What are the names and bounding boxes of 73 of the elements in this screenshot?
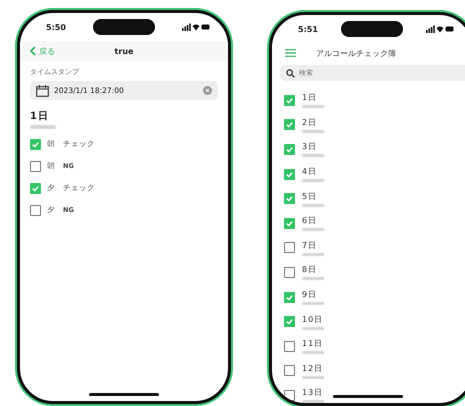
blurred-text: [302, 326, 324, 330]
day-label: 10日: [302, 314, 324, 325]
day-label: 9日: [302, 289, 318, 300]
status-time: 5:50: [46, 22, 66, 32]
day-label: 3日: [302, 141, 318, 152]
blurred-text: [302, 277, 324, 280]
day-row[interactable]: 8日: [284, 260, 465, 285]
day-row[interactable]: 9日: [284, 284, 465, 310]
day-row[interactable]: 3日: [284, 137, 465, 162]
screen-title: アルコールチェック簿: [316, 48, 396, 58]
day-row[interactable]: 13日: [284, 383, 465, 403]
day-label: 7日: [302, 240, 318, 251]
home-indicator: [89, 393, 159, 396]
day-row[interactable]: 11日: [284, 334, 465, 359]
status-icons: [426, 25, 454, 33]
checkbox[interactable]: [284, 292, 295, 303]
camera-island: [340, 21, 403, 37]
chevron-left-icon: [30, 46, 36, 56]
blurred-text: [302, 105, 324, 108]
checkbox[interactable]: [284, 390, 295, 401]
day-label: 13日: [302, 387, 324, 398]
camera-island: [92, 19, 155, 35]
blurred-text: [302, 376, 324, 379]
day-label: 1日: [302, 92, 318, 104]
day-row[interactable]: 10日: [284, 309, 465, 334]
checkbox[interactable]: [284, 119, 295, 130]
checkbox[interactable]: [284, 144, 295, 155]
blurred-text: [302, 179, 324, 182]
menu-icon[interactable]: [285, 49, 296, 57]
blurred-text: [30, 125, 56, 129]
day-label: 11日: [302, 338, 324, 350]
checkbox[interactable]: [284, 94, 295, 106]
day-row[interactable]: 5日: [284, 186, 465, 211]
blurred-text: [302, 400, 324, 403]
day-row[interactable]: 4日: [284, 162, 465, 186]
checkbox[interactable]: [284, 340, 295, 352]
checkbox[interactable]: [30, 138, 41, 150]
day-label: 4日: [302, 166, 318, 178]
day-label: 8日: [302, 264, 318, 276]
status-icons: [182, 23, 210, 31]
day-row[interactable]: 12日: [284, 358, 465, 384]
day-row[interactable]: 6日: [284, 210, 465, 236]
day-title: 1日: [30, 110, 50, 123]
clear-icon[interactable]: [203, 86, 212, 95]
checkbox[interactable]: [30, 204, 41, 216]
checkbox[interactable]: [284, 365, 295, 376]
calendar-icon: [36, 84, 49, 96]
blurred-text: [302, 302, 324, 306]
day-row[interactable]: 2日: [284, 112, 465, 138]
day-label: 6日: [302, 215, 318, 226]
blurred-text: [302, 154, 324, 158]
blurred-text: [302, 204, 324, 207]
screen-title: true: [114, 46, 134, 56]
home-indicator: [333, 395, 403, 398]
search-icon: [286, 68, 295, 78]
checkbox[interactable]: [284, 316, 295, 328]
day-row[interactable]: 7日: [284, 236, 465, 260]
day-label: 5日: [302, 190, 318, 202]
blurred-text: [302, 130, 324, 133]
checkbox[interactable]: [284, 266, 295, 278]
blurred-text: [302, 252, 324, 256]
checkbox[interactable]: [284, 193, 295, 204]
day-label: 2日: [302, 116, 318, 128]
checkbox[interactable]: [284, 168, 295, 180]
day-row[interactable]: 1日: [284, 88, 465, 113]
checkbox[interactable]: [284, 218, 295, 229]
checkbox[interactable]: [284, 242, 295, 254]
status-time: 5:51: [298, 24, 318, 34]
checkbox[interactable]: [30, 182, 41, 194]
blurred-text: [302, 228, 324, 232]
checkbox[interactable]: [30, 160, 41, 172]
blurred-text: [302, 351, 324, 354]
day-label: 12日: [302, 362, 324, 374]
